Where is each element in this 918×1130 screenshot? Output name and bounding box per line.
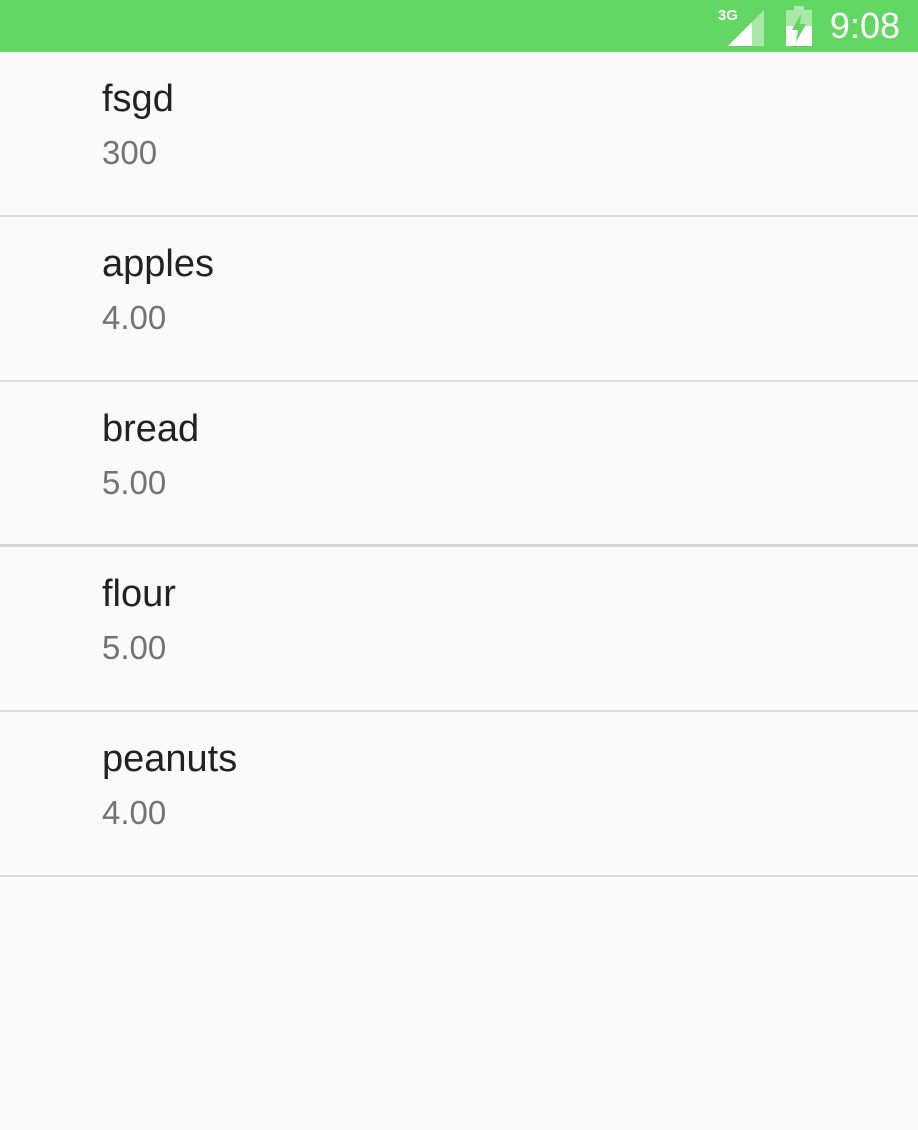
status-bar: 3G 9:08 bbox=[0, 0, 918, 52]
item-name: apples bbox=[102, 243, 214, 285]
item-price: 300 bbox=[102, 134, 158, 171]
item-price: 5.00 bbox=[102, 464, 167, 501]
list-item[interactable]: peanuts 4.00 bbox=[0, 712, 918, 877]
cell-signal-icon: 3G bbox=[718, 6, 764, 46]
item-name: bread bbox=[102, 408, 200, 450]
list-item[interactable]: apples 4.00 bbox=[0, 217, 918, 382]
item-list: fsgd 300 apples 4.00 bread 5.00 flour 5.… bbox=[0, 52, 918, 877]
battery-charging-icon bbox=[785, 6, 812, 46]
list-item[interactable]: fsgd 300 bbox=[0, 52, 918, 217]
item-price: 4.00 bbox=[102, 299, 167, 336]
item-name: peanuts bbox=[102, 738, 238, 780]
list-item[interactable]: bread 5.00 bbox=[0, 382, 918, 547]
item-name: fsgd bbox=[102, 78, 174, 120]
item-price: 4.00 bbox=[102, 794, 167, 831]
status-time: 9:08 bbox=[829, 5, 900, 46]
list-item[interactable]: flour 5.00 bbox=[0, 547, 918, 712]
status-icons: 3G 9:08 bbox=[718, 0, 900, 52]
item-name: flour bbox=[102, 573, 176, 615]
item-price: 5.00 bbox=[102, 629, 167, 666]
